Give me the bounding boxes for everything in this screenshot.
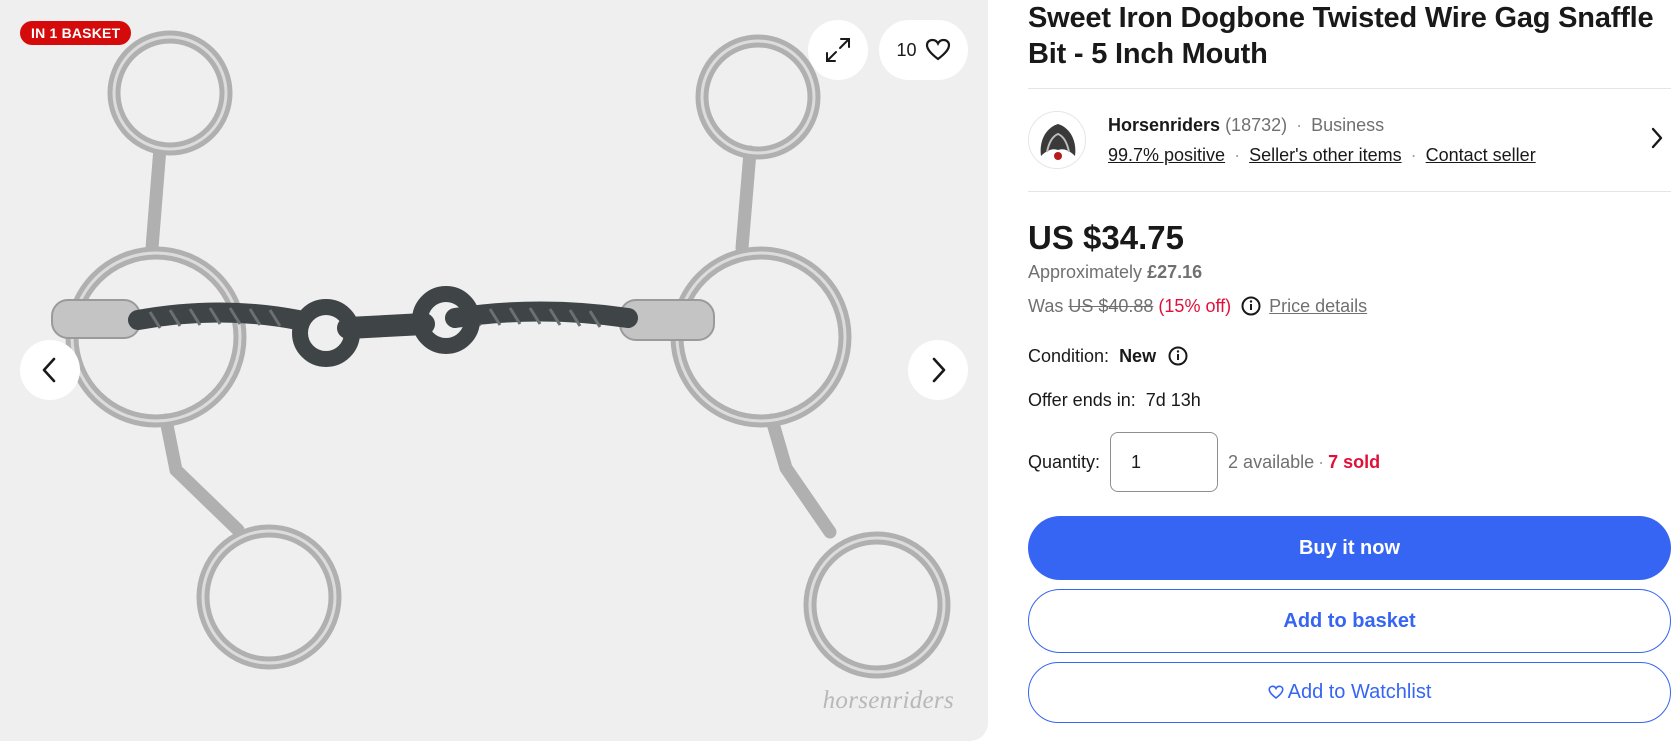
chevron-right-icon[interactable] — [1650, 127, 1664, 149]
discount-label: (15% off) — [1158, 296, 1232, 316]
watchlist-label: Add to Watchlist — [1287, 681, 1432, 703]
info-icon[interactable] — [1168, 346, 1188, 366]
sold-count: 7 sold — [1328, 452, 1381, 472]
seller-type: Business — [1311, 115, 1385, 135]
separator-dot: · — [1234, 145, 1241, 165]
contact-seller-link[interactable]: Contact seller — [1426, 145, 1536, 165]
expand-icon — [826, 38, 850, 62]
seller-feedback-count: (18732) — [1225, 115, 1288, 135]
separator-dot: · — [1318, 452, 1325, 472]
previous-image-button[interactable] — [20, 340, 80, 400]
separator-dot: · — [1410, 145, 1417, 165]
price-details-link[interactable]: Price details — [1269, 294, 1367, 318]
quantity-input[interactable] — [1110, 432, 1219, 492]
approx-value: £27.16 — [1147, 262, 1203, 282]
separator-dot: · — [1296, 115, 1303, 135]
condition-label: Condition: — [1028, 346, 1110, 366]
available-count: 2 available — [1228, 452, 1315, 472]
buy-it-now-button[interactable]: Buy it now — [1028, 516, 1671, 580]
was-price-row: Was US $40.88 (15% off) Price details — [1028, 294, 1672, 318]
seller-positive-link[interactable]: 99.7% positive — [1108, 145, 1225, 165]
heart-icon — [1268, 685, 1284, 700]
watch-count-button[interactable]: 10 — [879, 20, 968, 80]
was-price: US $40.88 — [1068, 296, 1154, 316]
expand-button[interactable] — [808, 20, 868, 80]
chevron-right-icon — [932, 357, 946, 383]
image-gallery[interactable]: IN 1 BASKET 10 horsenriders — [0, 0, 988, 741]
divider — [1028, 191, 1671, 192]
approx-label: Approximately — [1028, 262, 1143, 282]
image-watermark: horsenriders — [822, 687, 954, 714]
quantity-label: Quantity: — [1028, 452, 1101, 472]
offer-row: Offer ends in: 7d 13h — [1028, 388, 1672, 412]
product-info: Sweet Iron Dogbone Twisted Wire Gag Snaf… — [1028, 0, 1672, 723]
seller-avatar[interactable] — [1028, 111, 1086, 169]
was-label: Was — [1028, 296, 1064, 316]
info-icon[interactable] — [1241, 296, 1261, 316]
offer-label: Offer ends in: — [1028, 390, 1136, 410]
in-basket-badge: IN 1 BASKET — [20, 21, 132, 45]
seller-other-items-link[interactable]: Seller's other items — [1249, 145, 1402, 165]
price: US $34.75 — [1028, 219, 1184, 256]
add-to-basket-button[interactable]: Add to basket — [1028, 589, 1671, 653]
offer-value: 7d 13h — [1145, 390, 1201, 410]
product-image[interactable] — [0, 0, 988, 741]
heart-icon — [925, 38, 950, 61]
chevron-left-icon — [42, 357, 56, 383]
watch-count: 10 — [896, 39, 917, 60]
next-image-button[interactable] — [908, 340, 968, 400]
add-to-watchlist-button[interactable]: Add to Watchlist — [1028, 662, 1671, 723]
seller-name[interactable]: Horsenriders — [1108, 115, 1220, 135]
approx-price: Approximately £27.16 — [1028, 260, 1672, 284]
condition-value: New — [1119, 346, 1157, 366]
condition-row: Condition: New — [1028, 344, 1672, 368]
seller-card[interactable]: Horsenriders (18732) · Business 99.7% po… — [1028, 89, 1672, 191]
seller-logo-icon — [1029, 112, 1085, 168]
product-title: Sweet Iron Dogbone Twisted Wire Gag Snaf… — [1028, 2, 1654, 70]
quantity-row: Quantity: 2 available · 7 sold — [1028, 432, 1672, 492]
